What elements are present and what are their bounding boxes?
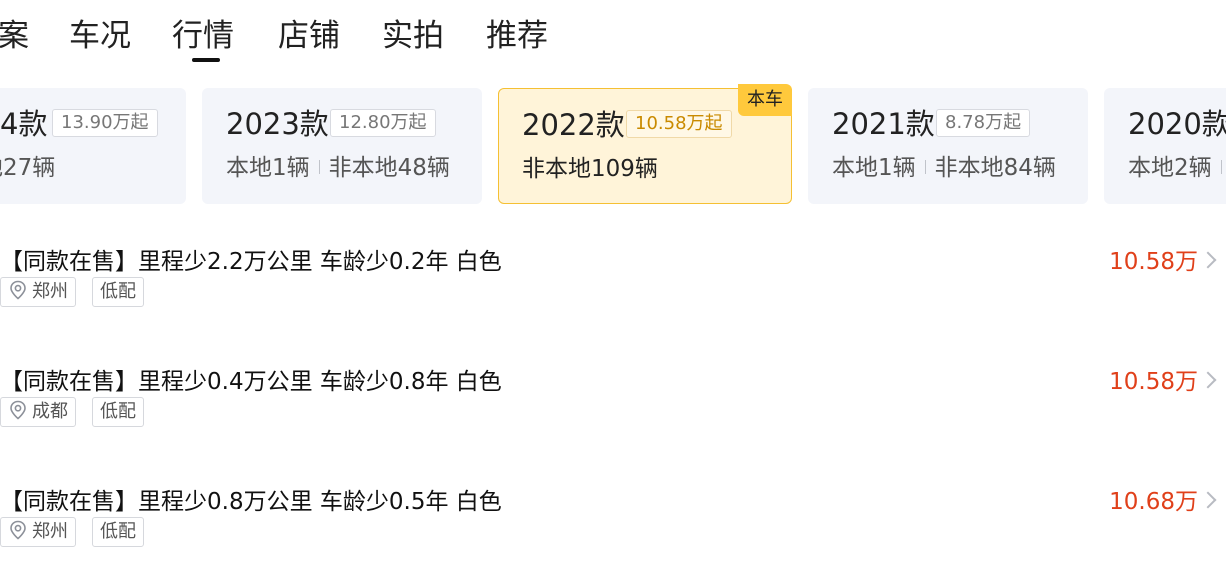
year-card[interactable]: 2023款 12.80万起 本地1辆 非本地48辆 [202,88,482,204]
year-card[interactable]: 4款 13.90万起 地27辆 [0,88,186,204]
card-stock: 地27辆 [0,152,55,184]
location-tag: 成都 [0,397,76,427]
stock-nonlocal: 非本地109辆 [522,156,658,182]
year-card-selected[interactable]: 2022款 10.58万起 非本地109辆 本车 [498,84,792,204]
year-card[interactable]: 2020款 本地2辆 [1104,88,1226,204]
tab-archive[interactable]: 案 [0,14,29,58]
listing-title: 【同款在售】里程少0.8万公里 车龄少0.5年 白色 [0,489,502,515]
listing-title: 【同款在售】里程少0.4万公里 车龄少0.8年 白色 [0,369,502,395]
this-car-badge: 本车 [738,84,792,116]
card-start-price: 10.58万起 [626,110,732,138]
location-text: 郑州 [32,521,68,542]
active-tab-indicator [192,58,220,62]
tab-condition[interactable]: 车况 [69,14,131,58]
stock-local: 本地2辆 [1128,155,1212,181]
tab-market[interactable]: 行情 [172,14,234,58]
card-stock: 非本地109辆 [522,153,658,185]
card-start-price: 12.80万起 [330,109,436,137]
trim-tag: 低配 [92,397,144,427]
card-year-label: 2020款 [1128,107,1226,141]
location-pin-icon [10,280,26,300]
listing-title: 【同款在售】里程少2.2万公里 车龄少0.2年 白色 [0,249,502,275]
card-year-label: 2022款 [522,108,625,142]
tab-recommend[interactable]: 推荐 [486,14,548,58]
location-pin-icon [10,520,26,540]
year-card[interactable]: 2021款 8.78万起 本地1辆 非本地84辆 [808,88,1088,204]
stock-local: 本地1辆 [832,155,916,181]
chevron-right-icon [1199,371,1217,389]
listing-price: 10.58万 [1109,369,1198,395]
listing-price: 10.58万 [1109,249,1198,275]
card-year-label: 2021款 [832,107,935,141]
chevron-right-icon [1199,251,1217,269]
card-year-label: 4款 [0,107,48,141]
stock-divider [1220,160,1222,174]
trim-tag: 低配 [92,517,144,547]
card-start-price: 13.90万起 [52,109,158,137]
listing-row[interactable]: 【同款在售】里程少0.4万公里 车龄少0.8年 白色 10.58万 成都 低配 [0,365,1226,465]
stock-nonlocal: 地27辆 [0,155,56,181]
tab-bar: 案 车况 行情 店铺 实拍 推荐 [0,0,1226,70]
location-tag: 郑州 [0,517,76,547]
stock-divider [924,160,926,174]
trim-tag: 低配 [92,277,144,307]
model-year-cards: 4款 13.90万起 地27辆 2023款 12.80万起 本地1辆非本地48辆… [0,84,1226,206]
card-year-label: 2023款 [226,107,329,141]
card-stock: 本地1辆 非本地48辆 [226,152,450,184]
stock-divider [318,160,320,174]
chevron-right-icon [1199,491,1217,509]
tab-store[interactable]: 店铺 [278,14,340,58]
tab-photos[interactable]: 实拍 [382,14,444,58]
listing-price: 10.68万 [1109,489,1198,515]
card-stock: 本地2辆 [1128,152,1226,184]
listing-row[interactable]: 【同款在售】里程少2.2万公里 车龄少0.2年 白色 10.58万 郑州 低配 [0,245,1226,345]
stock-nonlocal: 非本地48辆 [328,155,450,181]
card-start-price: 8.78万起 [936,109,1031,137]
page: 案 车况 行情 店铺 实拍 推荐 4款 13.90万起 地27辆 2023款 1… [0,0,1226,564]
card-stock: 本地1辆 非本地84辆 [832,152,1056,184]
location-pin-icon [10,400,26,420]
stock-local: 本地1辆 [226,155,310,181]
location-tag: 郑州 [0,277,76,307]
stock-nonlocal: 非本地84辆 [934,155,1056,181]
listing-row[interactable]: 【同款在售】里程少0.8万公里 车龄少0.5年 白色 10.68万 郑州 低配 [0,485,1226,564]
location-text: 郑州 [32,281,68,302]
location-text: 成都 [32,401,68,422]
